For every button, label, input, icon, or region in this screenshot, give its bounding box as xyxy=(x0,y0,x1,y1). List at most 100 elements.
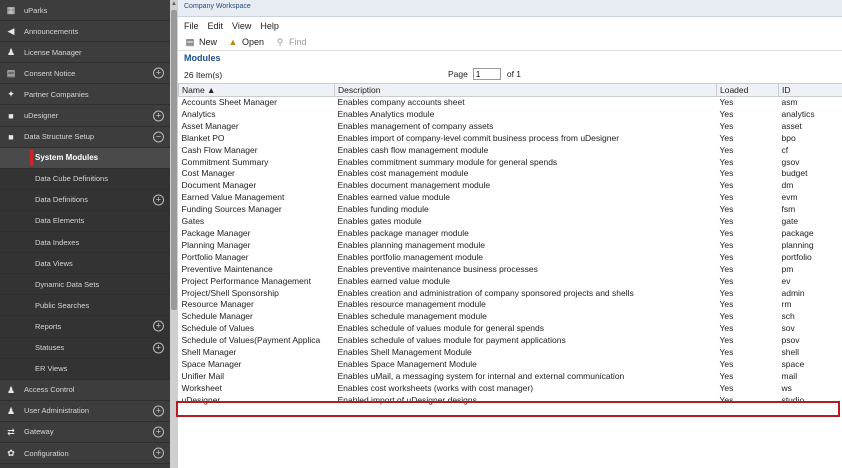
collapse-icon[interactable]: − xyxy=(153,131,164,143)
users-icon: ♟ xyxy=(6,384,16,395)
cell-loaded: Yes xyxy=(716,275,779,288)
table-row[interactable]: Worksheet Enables cost worksheets (works … xyxy=(179,383,842,395)
table-row[interactable]: Commitment Summary Enables commitment sum… xyxy=(179,157,842,169)
sidebar-item-label: Data Cube Definitions xyxy=(35,174,108,184)
table-row[interactable]: Schedule Manager Enables schedule managem… xyxy=(179,311,842,323)
expand-icon[interactable]: + xyxy=(153,447,164,459)
sidebar-item-partner-companies[interactable]: ✦ Partner Companies xyxy=(0,84,170,106)
folder-icon: ▲ xyxy=(228,37,238,47)
table-row[interactable]: Portfolio Manager Enables portfolio manag… xyxy=(179,252,842,264)
cell-name: Commitment Summary xyxy=(181,156,269,167)
table-header-row: Name ▲ Description Loaded ID xyxy=(178,83,842,97)
sidebar-item-announcements[interactable]: ◀ Announcements xyxy=(0,21,170,43)
open-button[interactable]: ▲ Open xyxy=(227,37,265,47)
table-row[interactable]: Shell Manager Enables Shell Management Mo… xyxy=(179,347,842,359)
cell-loaded: Yes xyxy=(719,370,734,381)
menu-help[interactable]: Help xyxy=(260,21,279,31)
find-button[interactable]: ⚲ Find xyxy=(274,37,307,47)
table-row[interactable]: Unifier Mail Enables uMail, a messaging s… xyxy=(179,371,842,383)
sidebar-item-udesigner[interactable]: ■ uDesigner + xyxy=(0,105,170,127)
sidebar-item-data-indexes[interactable]: Data Indexes xyxy=(0,232,170,254)
table-row[interactable]: Gates Enables gates module Yes gate xyxy=(179,216,842,228)
table-row[interactable]: Asset Manager Enables management of compa… xyxy=(179,121,842,133)
cell-name: Earned Value Management xyxy=(181,192,285,203)
table-row[interactable]: Project Performance Management Enables ea… xyxy=(178,275,842,288)
table-row[interactable]: Schedule of Values Enables schedule of va… xyxy=(179,323,842,335)
sidebar-item-public-searches[interactable]: Public Searches xyxy=(0,295,170,317)
menu-edit[interactable]: Edit xyxy=(208,21,224,31)
cell-loaded: Yes xyxy=(719,335,734,346)
sidebar-item-access-control[interactable]: ♟ Access Control xyxy=(0,379,170,401)
col-header-name[interactable]: Name ▲ xyxy=(178,83,335,97)
expand-icon[interactable]: + xyxy=(153,342,164,354)
scroll-up-icon[interactable]: ▲ xyxy=(170,0,178,8)
cell-id: pm xyxy=(781,263,794,274)
page-label: Page xyxy=(448,69,468,79)
sidebar-item-reports[interactable]: Reports + xyxy=(0,316,170,338)
table-row[interactable]: Funding Sources Manager Enables funding m… xyxy=(179,204,842,216)
expand-icon[interactable]: + xyxy=(153,67,164,79)
expand-icon[interactable]: + xyxy=(153,194,164,206)
sidebar-item-consent-notice[interactable]: ▤ Consent Notice + xyxy=(0,63,170,85)
menu-file[interactable]: File xyxy=(184,21,199,31)
sidebar-scrollbar[interactable]: ▲ xyxy=(170,0,178,468)
table-row[interactable]: Space Manager Enables Space Management Mo… xyxy=(179,359,842,371)
cell-description: Enables schedule management module xyxy=(337,311,487,322)
table-row[interactable]: Preventive Maintenance Enables preventive… xyxy=(179,264,842,276)
col-header-description[interactable]: Description xyxy=(334,83,717,97)
grid-icon: ▦ xyxy=(6,5,16,16)
cell-loaded: Yes xyxy=(719,299,734,310)
expand-icon[interactable]: + xyxy=(153,320,164,332)
cell-description: Enables package manager module xyxy=(337,227,469,238)
col-header-loaded[interactable]: Loaded xyxy=(716,83,779,97)
sidebar-item-data-elements[interactable]: Data Elements xyxy=(0,210,170,233)
sidebar-item-license-manager[interactable]: ♟ License Manager xyxy=(0,42,170,64)
cell-description: Enables uMail, a messaging system for in… xyxy=(337,370,625,381)
sidebar-item-data-structure-setup[interactable]: ■ Data Structure Setup − xyxy=(0,126,170,148)
table-row[interactable]: Cash Flow Manager Enables cash flow manag… xyxy=(179,145,842,157)
col-header-id[interactable]: ID xyxy=(778,83,842,97)
table-row[interactable]: Document Manager Enables document managem… xyxy=(179,180,842,192)
sidebar-item-user-administration[interactable]: ♟ User Administration + xyxy=(0,400,170,422)
sidebar-item-dynamic-data-sets[interactable]: Dynamic Data Sets xyxy=(0,274,170,296)
sidebar-item-gateway[interactable]: ⇄ Gateway + xyxy=(0,421,170,443)
sidebar-item-configuration[interactable]: ✿ Configuration + xyxy=(0,442,170,465)
table-row[interactable]: Analytics Enables Analytics module Yes anal… xyxy=(179,109,842,121)
table-row[interactable]: uDesigner Enabled import of uDesigner des… xyxy=(179,395,842,407)
cell-loaded: Yes xyxy=(719,263,734,274)
sidebar-item-statuses[interactable]: Statuses + xyxy=(0,337,170,359)
table-row[interactable]: Resource Manager Enables resource managem… xyxy=(179,299,842,311)
cell-name: Project/Shell Sponsorship xyxy=(181,287,279,298)
cell-id: psov xyxy=(781,335,800,346)
cell-id: rm xyxy=(781,299,792,310)
expand-icon[interactable]: + xyxy=(153,426,164,438)
table-row[interactable]: Planning Manager Enables planning managem… xyxy=(179,240,842,252)
expand-icon[interactable]: + xyxy=(153,405,164,417)
scroll-thumb[interactable] xyxy=(171,10,177,310)
table-row[interactable]: Package Manager Enables package manager m… xyxy=(179,228,842,240)
table-row[interactable]: Project/Shell Sponsorship Enables creatio… xyxy=(179,288,842,300)
table-row[interactable]: Earned Value Management Enables earned va… xyxy=(179,192,842,204)
cell-name: Asset Manager xyxy=(181,120,239,131)
page-number-input[interactable] xyxy=(472,68,501,80)
table-row[interactable]: Blanket PO Enables import of company-leve… xyxy=(179,133,842,145)
cell-id: ws xyxy=(781,382,792,393)
table-row[interactable]: Schedule of Values(Payment Applica Enable… xyxy=(179,335,842,347)
sidebar-item-system-modules[interactable]: System Modules xyxy=(0,147,170,169)
sidebar-item-uparks[interactable]: ▦ uParks xyxy=(0,0,170,22)
sidebar-item-data-cube-definitions[interactable]: Data Cube Definitions xyxy=(0,168,170,190)
sidebar-item-er-views[interactable]: ER Views xyxy=(0,358,170,380)
expand-icon[interactable]: + xyxy=(153,110,164,122)
table-row[interactable]: Cost Manager Enables cost management modu… xyxy=(179,168,842,180)
sidebar-item-label: ER Views xyxy=(35,364,68,374)
cell-description: Enables gates module xyxy=(337,216,422,227)
cell-name: Shell Manager xyxy=(181,347,237,358)
sidebar-item-data-definitions[interactable]: Data Definitions + xyxy=(0,189,170,211)
table-row[interactable]: Accounts Sheet Manager Enables company ac… xyxy=(179,97,842,109)
menu-view[interactable]: View xyxy=(232,21,251,31)
cell-loaded: Yes xyxy=(719,180,734,191)
megaphone-icon: ◀ xyxy=(7,26,15,37)
sidebar-item-data-views[interactable]: Data Views xyxy=(0,253,170,275)
new-button[interactable]: ▤ New xyxy=(184,37,217,47)
cell-description: Enables cost worksheets (works with cost… xyxy=(337,382,534,393)
